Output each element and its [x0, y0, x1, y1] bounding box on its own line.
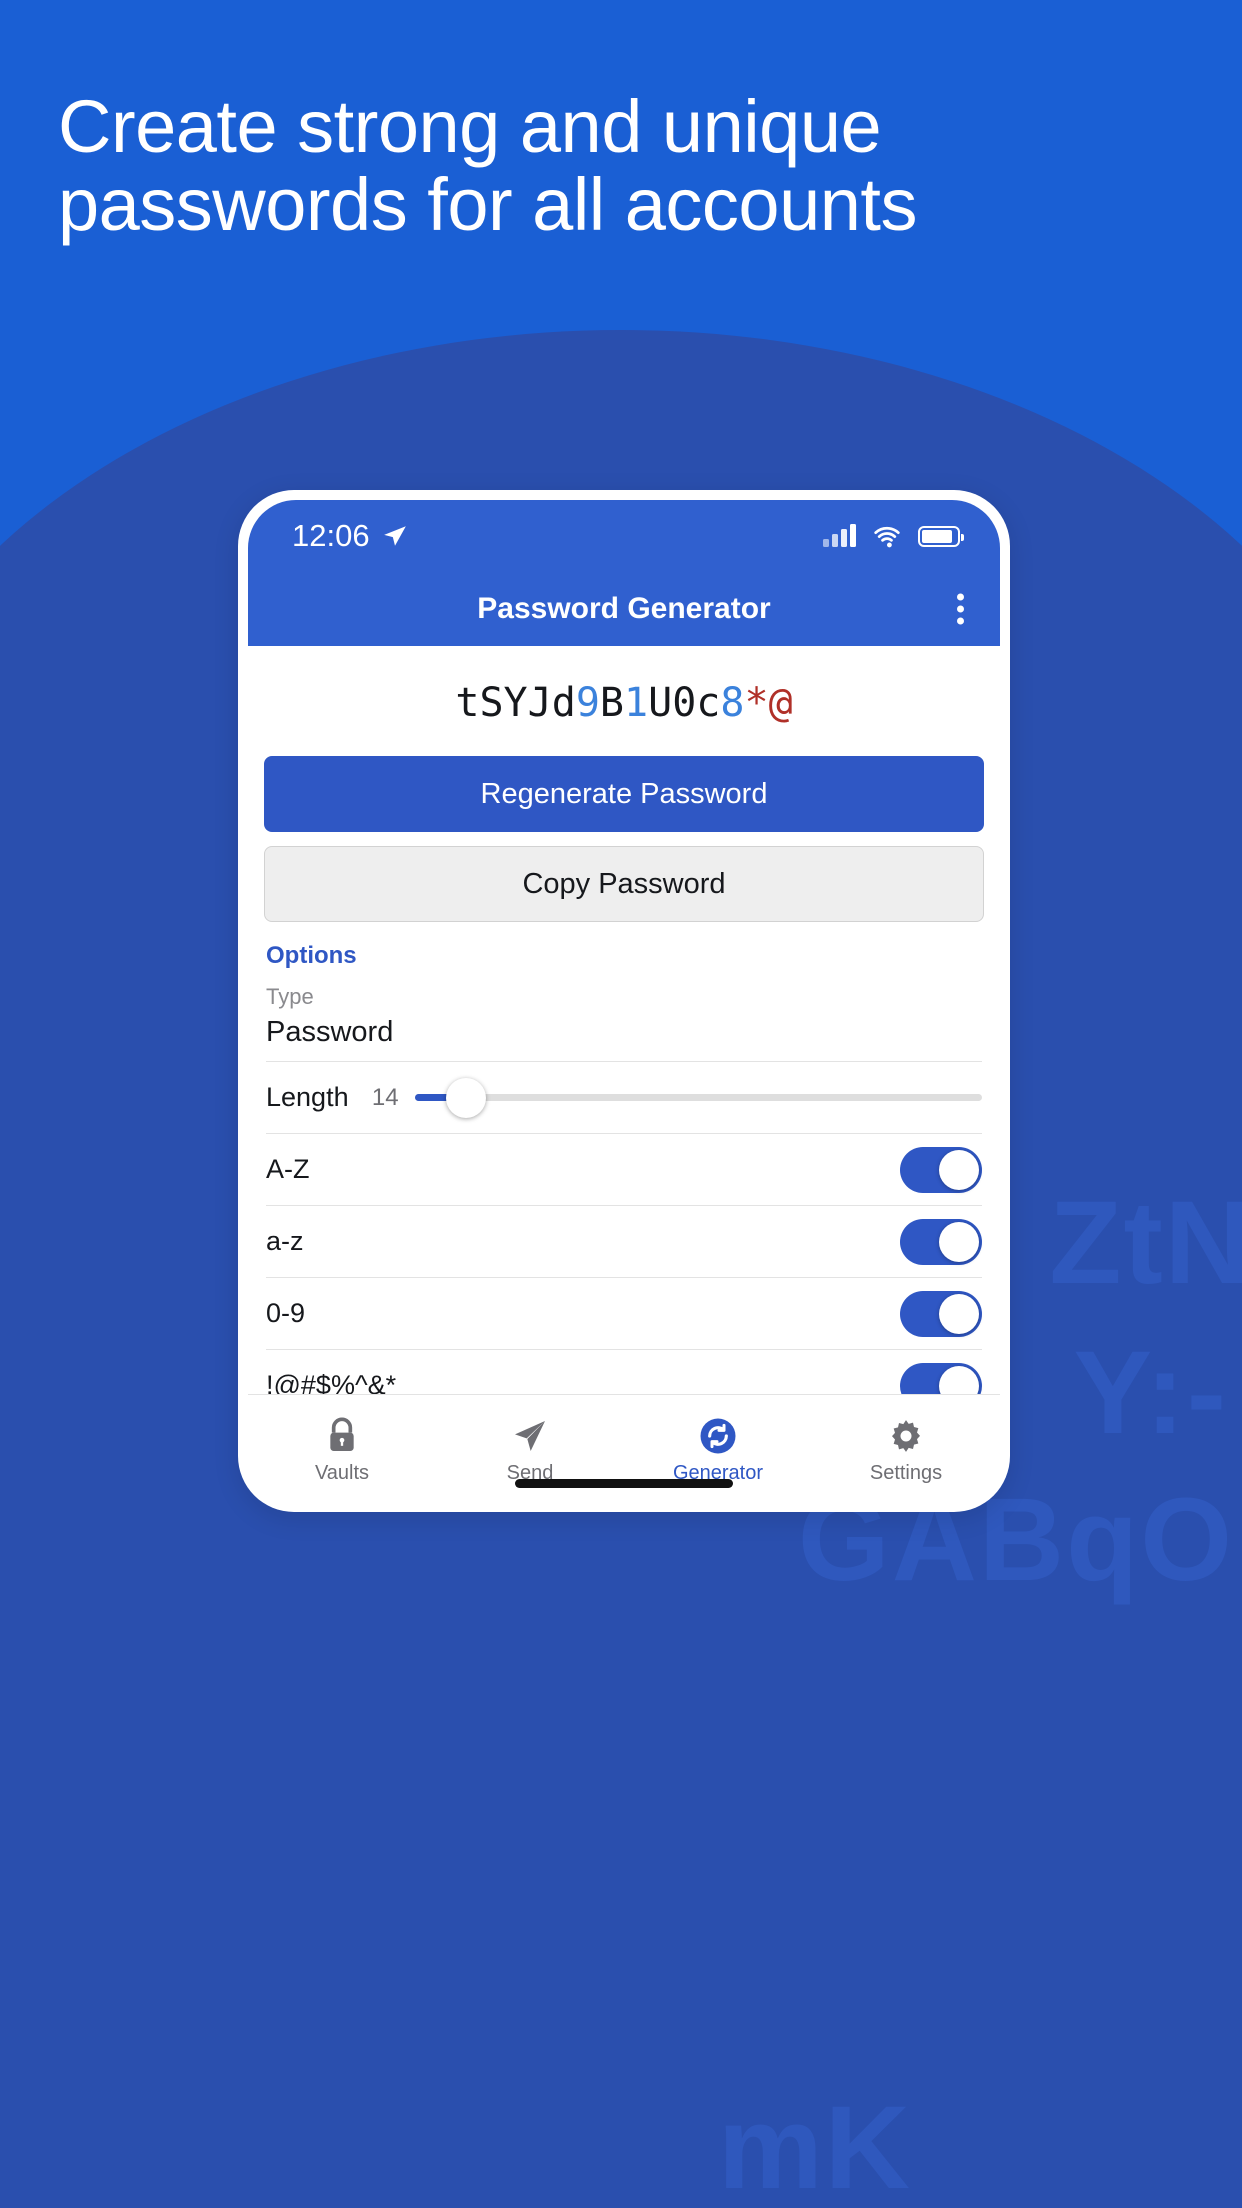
app-content: tSYJd9B1U0c8*@ Regenerate Password Copy … [248, 646, 1000, 1394]
password-char-letter: d [551, 680, 576, 726]
password-char-letter: B [599, 680, 624, 726]
gear-icon [892, 1420, 920, 1452]
overflow-dot [957, 593, 964, 601]
page-title: Password Generator [477, 592, 771, 625]
length-row[interactable]: Length 14 [266, 1062, 982, 1134]
password-char-letter: Y [503, 680, 528, 726]
promo-headline: Create strong and unique passwords for a… [58, 85, 1178, 247]
toggle-uppercase[interactable] [900, 1146, 982, 1193]
type-row[interactable]: Type Password [266, 976, 982, 1062]
length-slider[interactable] [414, 1077, 982, 1118]
location-arrow-icon [383, 526, 406, 546]
length-label: Length [266, 1082, 349, 1112]
lock-icon [330, 1417, 354, 1451]
background-decor-text-2: Y:- [1073, 1327, 1228, 1459]
toggle-special[interactable] [900, 1362, 982, 1394]
home-indicator [515, 1479, 733, 1488]
tab-vaults[interactable]: Vaults [248, 1416, 436, 1485]
password-char-special: @ [768, 680, 793, 726]
app-bar: Password Generator [248, 572, 1000, 646]
length-value: 14 [371, 1083, 399, 1111]
phone-screen: 12:06 Password Generator tSYJd9B1U0c8*@ … [248, 500, 1000, 1502]
toggle-label: A-Z [266, 1154, 310, 1184]
options-section-header: Options [266, 942, 357, 969]
overflow-menu-icon[interactable] [951, 588, 970, 631]
background-decor-text-4: mK [717, 2082, 912, 2208]
toggle-row-numbers[interactable]: 0-9 [266, 1278, 982, 1350]
copy-password-button[interactable]: Copy Password [264, 846, 984, 922]
type-label: Type [266, 984, 314, 1009]
phone-mockup-frame: 12:06 Password Generator tSYJd9B1U0c8*@ … [238, 490, 1010, 1512]
action-buttons: Regenerate Password Copy Password [248, 756, 1000, 922]
toggle-row-special[interactable]: !@#$%^&* [266, 1350, 982, 1394]
slider-track [414, 1094, 982, 1101]
status-bar-left: 12:06 [292, 518, 408, 554]
generated-password[interactable]: tSYJd9B1U0c8*@ [248, 646, 1000, 756]
toggle-label: !@#$%^&* [266, 1370, 397, 1394]
options-list: Type Password Length 14 A-Z a-z 0-9 !@#$… [248, 976, 1000, 1394]
wifi-icon [874, 526, 900, 548]
status-bar: 12:06 [248, 500, 1000, 572]
toggle-numbers[interactable] [900, 1290, 982, 1337]
toggle-lowercase[interactable] [900, 1218, 982, 1265]
tab-generator[interactable]: Generator [624, 1416, 812, 1485]
tab-settings[interactable]: Settings [812, 1416, 1000, 1485]
password-char-digit: 8 [720, 680, 745, 726]
cellular-signal-icon [823, 524, 856, 547]
headline-line-2: passwords for all accounts [58, 163, 917, 247]
password-char-letter: U [648, 680, 673, 726]
password-char-digit: 1 [624, 680, 649, 726]
regenerate-password-button[interactable]: Regenerate Password [264, 756, 984, 832]
background-decor-text-1: ZtN [1049, 1177, 1242, 1309]
password-char-letter: S [479, 680, 504, 726]
tab-label: Settings [869, 1462, 943, 1484]
toggle-row-lowercase[interactable]: a-z [266, 1206, 982, 1278]
overflow-dot [957, 617, 964, 625]
headline-line-1: Create strong and unique [58, 85, 882, 168]
tab-label: Vaults [314, 1462, 370, 1484]
slider-thumb[interactable] [445, 1077, 486, 1118]
password-char-letter: c [696, 680, 721, 726]
battery-icon [918, 525, 964, 547]
status-time: 12:06 [292, 518, 370, 553]
password-char-digit: 9 [575, 680, 600, 726]
password-char-letter: 0 [672, 680, 697, 726]
toggle-label: 0-9 [266, 1298, 306, 1328]
paper-plane-icon [515, 1421, 545, 1451]
type-value: Password [266, 1016, 394, 1048]
password-char-letter: t [455, 680, 480, 726]
status-bar-right [823, 524, 964, 548]
password-char-special: * [744, 680, 769, 726]
toggle-label: a-z [266, 1226, 304, 1256]
password-char-letter: J [527, 680, 552, 726]
refresh-icon [700, 1418, 736, 1454]
overflow-dot [957, 605, 964, 613]
tab-send[interactable]: Send [436, 1416, 624, 1485]
toggle-row-uppercase[interactable]: A-Z [266, 1134, 982, 1206]
